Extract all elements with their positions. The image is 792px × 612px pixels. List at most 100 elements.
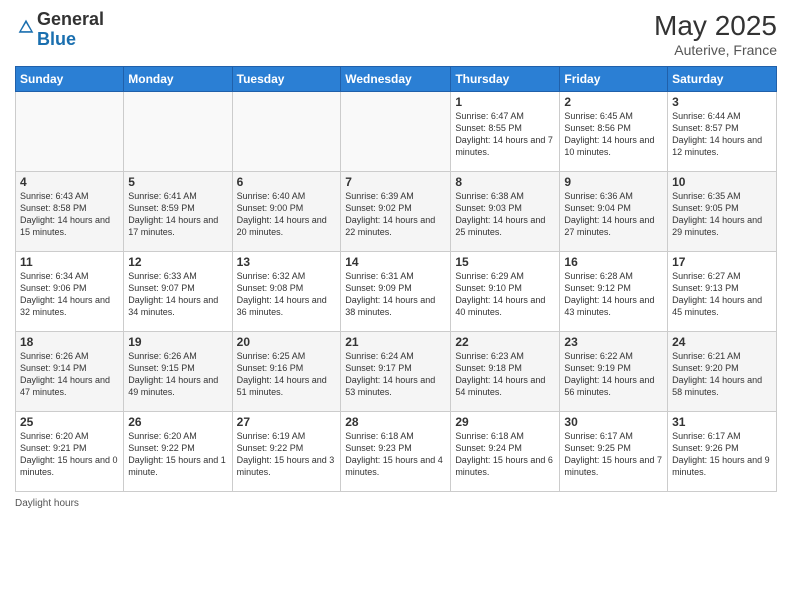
day-info: Sunrise: 6:40 AM Sunset: 9:00 PM Dayligh… [237, 190, 337, 239]
day-info: Sunrise: 6:24 AM Sunset: 9:17 PM Dayligh… [345, 350, 446, 399]
day-number: 30 [564, 415, 663, 429]
calendar-day-cell: 4Sunrise: 6:43 AM Sunset: 8:58 PM Daylig… [16, 172, 124, 252]
day-number: 11 [20, 255, 119, 269]
day-number: 17 [672, 255, 772, 269]
calendar-day-cell: 13Sunrise: 6:32 AM Sunset: 9:08 PM Dayli… [232, 252, 341, 332]
day-number: 20 [237, 335, 337, 349]
day-number: 9 [564, 175, 663, 189]
page: General Blue May 2025 Auterive, France S… [0, 0, 792, 612]
day-info: Sunrise: 6:23 AM Sunset: 9:18 PM Dayligh… [455, 350, 555, 399]
footer: Daylight hours [15, 498, 777, 509]
day-number: 16 [564, 255, 663, 269]
calendar-header-monday: Monday [124, 67, 232, 92]
calendar-header-row: SundayMondayTuesdayWednesdayThursdayFrid… [16, 67, 777, 92]
calendar-day-cell: 23Sunrise: 6:22 AM Sunset: 9:19 PM Dayli… [560, 332, 668, 412]
day-info: Sunrise: 6:31 AM Sunset: 9:09 PM Dayligh… [345, 270, 446, 319]
day-number: 24 [672, 335, 772, 349]
day-info: Sunrise: 6:25 AM Sunset: 9:16 PM Dayligh… [237, 350, 337, 399]
calendar-day-cell: 3Sunrise: 6:44 AM Sunset: 8:57 PM Daylig… [668, 92, 777, 172]
day-info: Sunrise: 6:26 AM Sunset: 9:15 PM Dayligh… [128, 350, 227, 399]
day-info: Sunrise: 6:19 AM Sunset: 9:22 PM Dayligh… [237, 430, 337, 479]
calendar-day-cell: 7Sunrise: 6:39 AM Sunset: 9:02 PM Daylig… [341, 172, 451, 252]
logo-general: General [37, 9, 104, 29]
day-info: Sunrise: 6:20 AM Sunset: 9:21 PM Dayligh… [20, 430, 119, 479]
calendar-week-row: 18Sunrise: 6:26 AM Sunset: 9:14 PM Dayli… [16, 332, 777, 412]
day-info: Sunrise: 6:41 AM Sunset: 8:59 PM Dayligh… [128, 190, 227, 239]
logo: General Blue [15, 10, 104, 50]
day-number: 1 [455, 95, 555, 109]
day-number: 14 [345, 255, 446, 269]
header: General Blue May 2025 Auterive, France [15, 10, 777, 58]
day-number: 13 [237, 255, 337, 269]
month-title: May 2025 [654, 10, 777, 42]
day-number: 23 [564, 335, 663, 349]
day-info: Sunrise: 6:18 AM Sunset: 9:24 PM Dayligh… [455, 430, 555, 479]
day-number: 8 [455, 175, 555, 189]
calendar-day-cell: 24Sunrise: 6:21 AM Sunset: 9:20 PM Dayli… [668, 332, 777, 412]
calendar-header-friday: Friday [560, 67, 668, 92]
calendar-day-cell [16, 92, 124, 172]
day-number: 18 [20, 335, 119, 349]
calendar-day-cell: 10Sunrise: 6:35 AM Sunset: 9:05 PM Dayli… [668, 172, 777, 252]
calendar-day-cell: 15Sunrise: 6:29 AM Sunset: 9:10 PM Dayli… [451, 252, 560, 332]
day-info: Sunrise: 6:34 AM Sunset: 9:06 PM Dayligh… [20, 270, 119, 319]
calendar-week-row: 25Sunrise: 6:20 AM Sunset: 9:21 PM Dayli… [16, 412, 777, 492]
calendar-week-row: 4Sunrise: 6:43 AM Sunset: 8:58 PM Daylig… [16, 172, 777, 252]
day-info: Sunrise: 6:27 AM Sunset: 9:13 PM Dayligh… [672, 270, 772, 319]
day-info: Sunrise: 6:32 AM Sunset: 9:08 PM Dayligh… [237, 270, 337, 319]
calendar-day-cell: 9Sunrise: 6:36 AM Sunset: 9:04 PM Daylig… [560, 172, 668, 252]
day-number: 31 [672, 415, 772, 429]
day-number: 5 [128, 175, 227, 189]
calendar-week-row: 1Sunrise: 6:47 AM Sunset: 8:55 PM Daylig… [16, 92, 777, 172]
calendar-day-cell [124, 92, 232, 172]
day-number: 26 [128, 415, 227, 429]
calendar-day-cell: 21Sunrise: 6:24 AM Sunset: 9:17 PM Dayli… [341, 332, 451, 412]
calendar-week-row: 11Sunrise: 6:34 AM Sunset: 9:06 PM Dayli… [16, 252, 777, 332]
title-block: May 2025 Auterive, France [654, 10, 777, 58]
calendar-table: SundayMondayTuesdayWednesdayThursdayFrid… [15, 66, 777, 492]
day-info: Sunrise: 6:26 AM Sunset: 9:14 PM Dayligh… [20, 350, 119, 399]
calendar-header-wednesday: Wednesday [341, 67, 451, 92]
calendar-day-cell: 29Sunrise: 6:18 AM Sunset: 9:24 PM Dayli… [451, 412, 560, 492]
day-info: Sunrise: 6:47 AM Sunset: 8:55 PM Dayligh… [455, 110, 555, 159]
calendar-day-cell: 8Sunrise: 6:38 AM Sunset: 9:03 PM Daylig… [451, 172, 560, 252]
day-number: 15 [455, 255, 555, 269]
calendar-day-cell: 2Sunrise: 6:45 AM Sunset: 8:56 PM Daylig… [560, 92, 668, 172]
calendar-day-cell: 6Sunrise: 6:40 AM Sunset: 9:00 PM Daylig… [232, 172, 341, 252]
day-info: Sunrise: 6:17 AM Sunset: 9:25 PM Dayligh… [564, 430, 663, 479]
calendar-day-cell: 22Sunrise: 6:23 AM Sunset: 9:18 PM Dayli… [451, 332, 560, 412]
logo-text: General Blue [37, 10, 104, 50]
day-info: Sunrise: 6:35 AM Sunset: 9:05 PM Dayligh… [672, 190, 772, 239]
day-info: Sunrise: 6:29 AM Sunset: 9:10 PM Dayligh… [455, 270, 555, 319]
calendar-day-cell: 31Sunrise: 6:17 AM Sunset: 9:26 PM Dayli… [668, 412, 777, 492]
day-info: Sunrise: 6:20 AM Sunset: 9:22 PM Dayligh… [128, 430, 227, 479]
day-info: Sunrise: 6:36 AM Sunset: 9:04 PM Dayligh… [564, 190, 663, 239]
calendar-header-tuesday: Tuesday [232, 67, 341, 92]
daylight-label: Daylight hours [15, 498, 79, 509]
calendar-day-cell: 14Sunrise: 6:31 AM Sunset: 9:09 PM Dayli… [341, 252, 451, 332]
day-info: Sunrise: 6:44 AM Sunset: 8:57 PM Dayligh… [672, 110, 772, 159]
calendar-day-cell: 12Sunrise: 6:33 AM Sunset: 9:07 PM Dayli… [124, 252, 232, 332]
day-number: 3 [672, 95, 772, 109]
calendar-header-saturday: Saturday [668, 67, 777, 92]
calendar-day-cell: 30Sunrise: 6:17 AM Sunset: 9:25 PM Dayli… [560, 412, 668, 492]
day-info: Sunrise: 6:43 AM Sunset: 8:58 PM Dayligh… [20, 190, 119, 239]
day-info: Sunrise: 6:21 AM Sunset: 9:20 PM Dayligh… [672, 350, 772, 399]
calendar-day-cell [232, 92, 341, 172]
day-number: 10 [672, 175, 772, 189]
calendar-day-cell: 1Sunrise: 6:47 AM Sunset: 8:55 PM Daylig… [451, 92, 560, 172]
calendar-day-cell: 27Sunrise: 6:19 AM Sunset: 9:22 PM Dayli… [232, 412, 341, 492]
day-number: 25 [20, 415, 119, 429]
day-number: 22 [455, 335, 555, 349]
calendar-day-cell: 28Sunrise: 6:18 AM Sunset: 9:23 PM Dayli… [341, 412, 451, 492]
calendar-day-cell: 20Sunrise: 6:25 AM Sunset: 9:16 PM Dayli… [232, 332, 341, 412]
day-number: 19 [128, 335, 227, 349]
day-info: Sunrise: 6:28 AM Sunset: 9:12 PM Dayligh… [564, 270, 663, 319]
logo-blue: Blue [37, 29, 76, 49]
calendar-header-sunday: Sunday [16, 67, 124, 92]
day-number: 2 [564, 95, 663, 109]
day-number: 12 [128, 255, 227, 269]
day-number: 4 [20, 175, 119, 189]
day-number: 29 [455, 415, 555, 429]
day-info: Sunrise: 6:33 AM Sunset: 9:07 PM Dayligh… [128, 270, 227, 319]
